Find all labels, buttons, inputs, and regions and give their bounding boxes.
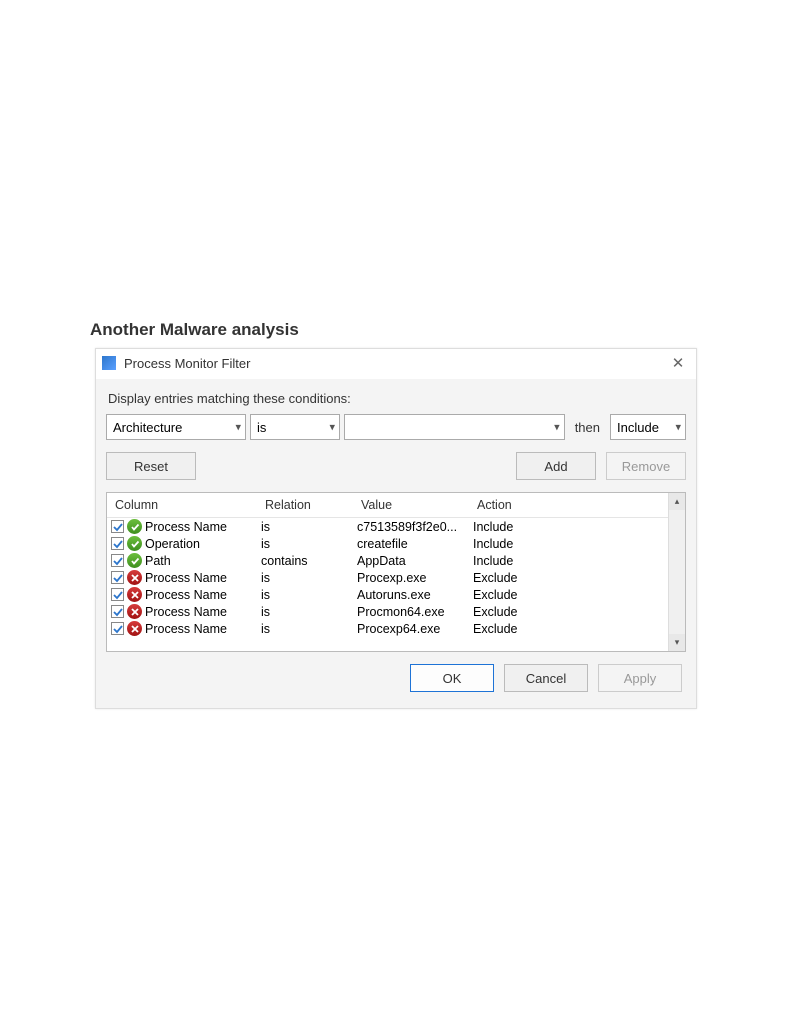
filter-row[interactable]: Process Name isProcmon64.exeExclude [107, 603, 668, 620]
checkbox[interactable] [111, 554, 124, 567]
reset-button[interactable]: Reset [106, 452, 196, 480]
exclude-icon [127, 604, 142, 619]
scroll-down-icon[interactable]: ▾ [669, 634, 685, 651]
row-action: Include [473, 537, 563, 551]
filter-list-header: Column Relation Value Action [107, 493, 668, 518]
row-column: Process Name [145, 520, 227, 534]
header-action[interactable]: Action [469, 493, 559, 517]
row-relation: is [261, 622, 357, 636]
row-value: Procexp.exe [357, 571, 473, 585]
row-action: Exclude [473, 588, 563, 602]
header-value[interactable]: Value [353, 493, 469, 517]
filter-row[interactable]: Process Name isc7513589f3f2e0...Include [107, 518, 668, 535]
exclude-icon [127, 587, 142, 602]
filter-list: Column Relation Value Action Process Nam… [106, 492, 686, 652]
row-column: Process Name [145, 571, 227, 585]
relation-select[interactable]: is ▾ [250, 414, 340, 440]
filter-list-inner: Column Relation Value Action Process Nam… [107, 493, 668, 651]
checkbox[interactable] [111, 520, 124, 533]
scrollbar[interactable]: ▴ ▾ [668, 493, 685, 651]
dialog-title: Process Monitor Filter [124, 356, 666, 371]
filter-buttons-row: Reset Add Remove [106, 452, 686, 480]
row-relation: is [261, 588, 357, 602]
exclude-icon [127, 570, 142, 585]
checkbox[interactable] [111, 588, 124, 601]
value-select[interactable]: ▾ [344, 414, 565, 440]
filter-condition-row: Architecture ▾ is ▾ ▾ then Include ▾ [106, 414, 686, 440]
row-relation: is [261, 520, 357, 534]
dialog-titlebar: Process Monitor Filter ✕ [96, 349, 696, 379]
row-value: createfile [357, 537, 473, 551]
process-monitor-filter-dialog: Process Monitor Filter ✕ Display entries… [95, 348, 697, 709]
row-column: Operation [145, 537, 200, 551]
close-button[interactable]: ✕ [666, 353, 690, 373]
filter-row[interactable]: Process Name isAutoruns.exeExclude [107, 586, 668, 603]
header-column[interactable]: Column [107, 493, 257, 517]
chevron-down-icon: ▾ [329, 421, 335, 434]
header-relation[interactable]: Relation [257, 493, 353, 517]
row-column: Process Name [145, 622, 227, 636]
remove-button[interactable]: Remove [606, 452, 686, 480]
dialog-buttons: OK Cancel Apply [106, 652, 686, 698]
column-select[interactable]: Architecture ▾ [106, 414, 246, 440]
filter-row[interactable]: Path containsAppDataInclude [107, 552, 668, 569]
spacer [596, 452, 606, 480]
include-icon [127, 536, 142, 551]
checkbox[interactable] [111, 605, 124, 618]
row-relation: is [261, 537, 357, 551]
apply-button[interactable]: Apply [598, 664, 682, 692]
app-icon [102, 356, 116, 370]
row-column: Process Name [145, 588, 227, 602]
row-column: Path [145, 554, 171, 568]
include-icon [127, 519, 142, 534]
row-value: c7513589f3f2e0... [357, 520, 473, 534]
row-action: Include [473, 554, 563, 568]
row-action: Include [473, 520, 563, 534]
row-value: AppData [357, 554, 473, 568]
ok-button[interactable]: OK [410, 664, 494, 692]
spacer [196, 452, 516, 480]
dialog-content: Display entries matching these condition… [96, 379, 696, 708]
exclude-icon [127, 621, 142, 636]
relation-select-value: is [257, 420, 266, 435]
row-action: Exclude [473, 622, 563, 636]
row-relation: contains [261, 554, 357, 568]
filter-row[interactable]: Process Name isProcexp64.exeExclude [107, 620, 668, 637]
checkbox[interactable] [111, 537, 124, 550]
chevron-down-icon: ▾ [675, 421, 681, 434]
action-select[interactable]: Include ▾ [610, 414, 686, 440]
filter-rows: Process Nameisc7513589f3f2e0...IncludeOp… [107, 518, 668, 637]
checkbox[interactable] [111, 622, 124, 635]
row-column: Process Name [145, 605, 227, 619]
row-relation: is [261, 605, 357, 619]
include-icon [127, 553, 142, 568]
cancel-button[interactable]: Cancel [504, 664, 588, 692]
page-heading: Another Malware analysis [90, 320, 299, 340]
row-value: Procmon64.exe [357, 605, 473, 619]
row-action: Exclude [473, 605, 563, 619]
filter-row[interactable]: Process Name isProcexp.exeExclude [107, 569, 668, 586]
row-value: Autoruns.exe [357, 588, 473, 602]
row-relation: is [261, 571, 357, 585]
chevron-down-icon: ▾ [235, 421, 241, 434]
scroll-up-icon[interactable]: ▴ [669, 493, 685, 510]
add-button[interactable]: Add [516, 452, 596, 480]
scroll-track[interactable] [669, 510, 685, 634]
checkbox[interactable] [111, 571, 124, 584]
column-select-value: Architecture [113, 420, 182, 435]
row-action: Exclude [473, 571, 563, 585]
filter-row[interactable]: Operation iscreatefileInclude [107, 535, 668, 552]
instruction-text: Display entries matching these condition… [106, 391, 686, 406]
then-label: then [569, 420, 606, 435]
action-select-value: Include [617, 420, 659, 435]
chevron-down-icon: ▾ [554, 421, 560, 434]
row-value: Procexp64.exe [357, 622, 473, 636]
